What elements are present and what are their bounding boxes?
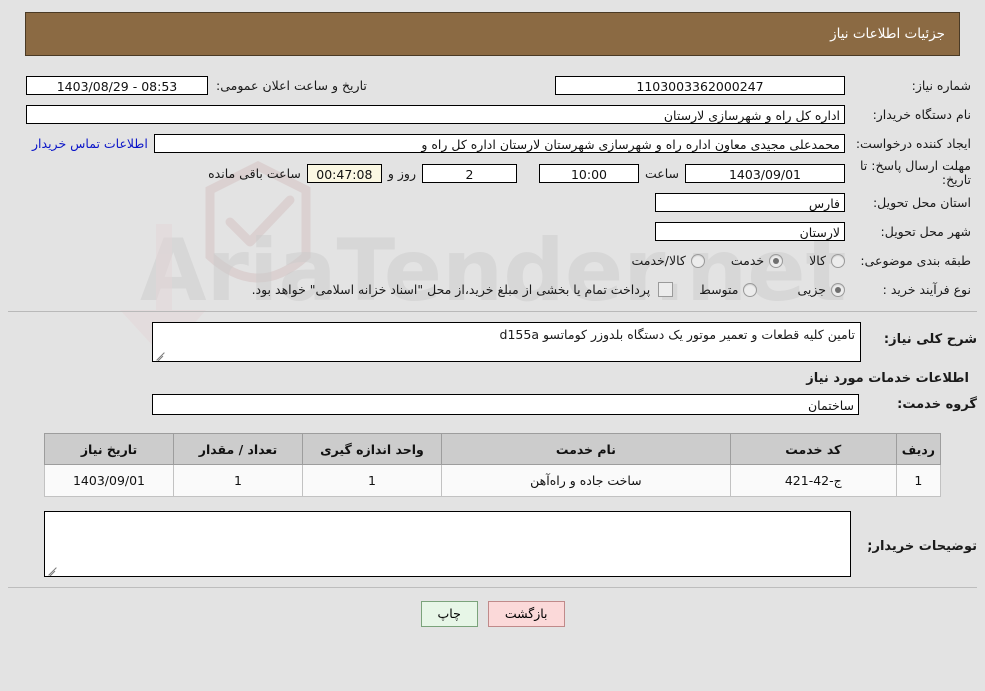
category-option-goods-service-label: کالا/خدمت: [631, 253, 686, 268]
category-option-service[interactable]: خدمت: [730, 253, 784, 268]
process-option-medium[interactable]: متوسط: [699, 282, 758, 297]
radio-icon[interactable]: [743, 282, 758, 297]
row-description: شرح کلی نیاز: تامین کلیه قطعات و تعمیر م…: [8, 322, 977, 362]
cell-name: ساخت جاده و راه‌آهن: [441, 464, 731, 497]
deadline-hour-label: ساعت: [644, 165, 679, 181]
process-option-medium-label: متوسط: [699, 282, 739, 297]
radio-icon[interactable]: [831, 253, 845, 268]
th-name: نام خدمت: [441, 433, 731, 465]
row-need-number: شماره نیاز: 1103003362000247 تاریخ و ساع…: [8, 71, 977, 100]
cell-unit: 1: [302, 464, 442, 497]
need-number-field[interactable]: 1103003362000247: [555, 76, 845, 95]
process-option-minor-label: جزیی: [797, 282, 826, 297]
page-title: جزئیات اطلاعات نیاز: [830, 26, 945, 42]
process-type-label: نوع فرآیند خرید :: [882, 282, 971, 297]
days-word-label: روز و: [387, 165, 416, 181]
description-textarea[interactable]: تامین کلیه قطعات و تعمیر موتور یک دستگاه…: [152, 322, 861, 362]
header-region: جزئیات اطلاعات نیاز: [0, 0, 985, 56]
row-province: استان محل تحویل: فارس: [8, 188, 977, 217]
row-request-creator: ایجاد کننده درخواست: محمدعلی مجیدی معاون…: [8, 129, 977, 158]
row-process-type: نوع فرآیند خرید : جزیی متوسط پرداخت تمام…: [8, 275, 977, 304]
buyer-contact-link[interactable]: اطلاعات تماس خریدار: [26, 136, 154, 151]
radio-icon[interactable]: [831, 282, 845, 297]
category-label: طبقه بندی موضوعی:: [860, 253, 971, 268]
row-buyer-org: نام دستگاه خریدار: اداره کل راه و شهرساز…: [8, 100, 977, 129]
th-unit: واحد اندازه گیری: [302, 433, 442, 465]
category-option-goods[interactable]: کالا: [809, 253, 845, 268]
days-remaining-field[interactable]: 2: [421, 163, 517, 183]
deadline-time-field[interactable]: 10:00: [538, 163, 639, 183]
resize-grip-icon[interactable]: [155, 348, 167, 360]
back-button[interactable]: بازگشت: [487, 601, 565, 627]
buyer-org-label: نام دستگاه خریدار:: [872, 107, 971, 122]
description-label: شرح کلی نیاز:: [883, 332, 977, 347]
footer-actions: بازگشت چاپ: [0, 588, 985, 627]
th-date: تاریخ نیاز: [44, 433, 174, 465]
description-section: شرح کلی نیاز: تامین کلیه قطعات و تعمیر م…: [8, 312, 977, 421]
table-row[interactable]: 1 ج-42-421 ساخت جاده و راه‌آهن 1 1 1403/…: [44, 464, 942, 497]
city-label: شهر محل تحویل:: [880, 224, 971, 239]
cell-row: 1: [895, 464, 942, 497]
row-city: شهر محل تحویل: لارستان: [8, 217, 977, 246]
row-deadline: مهلت ارسال پاسخ: تا تاریخ: 1403/09/01 سا…: [8, 158, 977, 188]
buyer-notes-label: توضیحات خریدار;: [867, 539, 977, 554]
treasury-note: پرداخت تمام یا بخشی از مبلغ خرید،از محل …: [251, 282, 651, 297]
category-option-goods-service[interactable]: کالا/خدمت: [631, 253, 705, 268]
province-label: استان محل تحویل:: [872, 195, 971, 210]
request-creator-label: ایجاد کننده درخواست:: [855, 136, 971, 151]
remaining-suffix-label: ساعت باقی مانده: [208, 165, 301, 181]
service-group-label: گروه خدمت:: [897, 397, 977, 412]
buyer-notes-section: توضیحات خریدار;: [8, 511, 977, 588]
countdown-field: 00:47:08: [306, 163, 382, 183]
buyer-notes-textarea[interactable]: [44, 511, 851, 577]
page-header: جزئیات اطلاعات نیاز: [25, 12, 960, 56]
resize-grip-icon[interactable]: [47, 563, 59, 575]
row-service-group: گروه خدمت: ساختمان: [8, 390, 977, 417]
row-category: طبقه بندی موضوعی: کالا خدمت کالا/خدمت: [8, 246, 977, 275]
cell-code: ج-42-421: [729, 464, 897, 497]
radio-icon[interactable]: [690, 253, 705, 268]
th-row: ردیف: [895, 433, 942, 465]
table-header-row: ردیف کد خدمت نام خدمت واحد اندازه گیری ت…: [44, 433, 942, 465]
th-quantity: تعداد / مقدار: [173, 433, 303, 465]
services-section-heading: اطلاعات خدمات مورد نیاز: [806, 371, 969, 386]
cell-date: 1403/09/01: [44, 464, 174, 497]
province-field[interactable]: فارس: [655, 193, 845, 212]
th-code: کد خدمت: [729, 433, 897, 465]
services-table-wrap: ردیف کد خدمت نام خدمت واحد اندازه گیری ت…: [44, 433, 942, 497]
announce-datetime-label: تاریخ و ساعت اعلان عمومی:: [216, 78, 367, 93]
deadline-date-field[interactable]: 1403/09/01: [685, 163, 845, 183]
request-creator-field[interactable]: محمدعلی مجیدی معاون اداره راه و شهرسازی …: [153, 134, 845, 153]
radio-icon[interactable]: [769, 253, 784, 268]
buyer-org-field[interactable]: اداره کل راه و شهرسازی لارستان: [26, 105, 845, 124]
need-info-panel: شماره نیاز: 1103003362000247 تاریخ و ساع…: [8, 65, 977, 312]
need-number-label: شماره نیاز:: [911, 78, 971, 93]
category-option-service-label: خدمت: [730, 253, 765, 268]
process-option-minor[interactable]: جزیی: [797, 282, 845, 297]
announce-datetime-field[interactable]: 08:53 - 1403/08/29: [26, 76, 208, 95]
services-table: ردیف کد خدمت نام خدمت واحد اندازه گیری ت…: [44, 433, 942, 497]
category-option-goods-label: کالا: [809, 253, 826, 268]
deadline-label: مهلت ارسال پاسخ: تا تاریخ:: [860, 158, 971, 187]
cell-quantity: 1: [173, 464, 303, 497]
treasury-checkbox[interactable]: [658, 282, 674, 297]
print-button[interactable]: چاپ: [420, 601, 478, 627]
service-group-field[interactable]: ساختمان: [152, 394, 859, 415]
city-field[interactable]: لارستان: [655, 222, 845, 241]
